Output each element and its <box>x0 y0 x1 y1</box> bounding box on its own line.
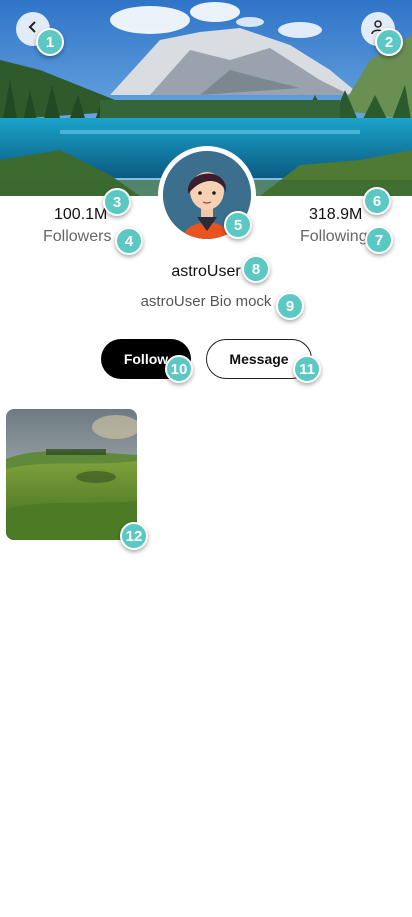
annotation-badge: 1 <box>36 28 64 56</box>
followers-label: Followers <box>43 228 112 245</box>
annotation-badge: 5 <box>224 211 252 239</box>
annotation-badge: 2 <box>375 28 403 56</box>
profile-bio: astroUser Bio mock <box>140 293 272 310</box>
annotation-badge: 9 <box>276 292 304 320</box>
followers-count: 100.1M <box>54 206 108 223</box>
following-count: 318.9M <box>309 206 363 223</box>
annotation-badge: 4 <box>115 227 143 255</box>
profile-username: astroUser <box>171 263 241 280</box>
annotation-badge: 7 <box>365 226 393 254</box>
annotation-badge: 12 <box>120 522 148 550</box>
following-label: Following <box>300 228 368 245</box>
annotation-badge: 6 <box>363 187 391 215</box>
annotation-badge: 8 <box>242 255 270 283</box>
post-thumbnail[interactable] <box>6 409 137 540</box>
annotation-badge: 10 <box>165 355 193 383</box>
annotation-badge: 3 <box>103 188 131 216</box>
annotation-badge: 11 <box>293 355 321 383</box>
